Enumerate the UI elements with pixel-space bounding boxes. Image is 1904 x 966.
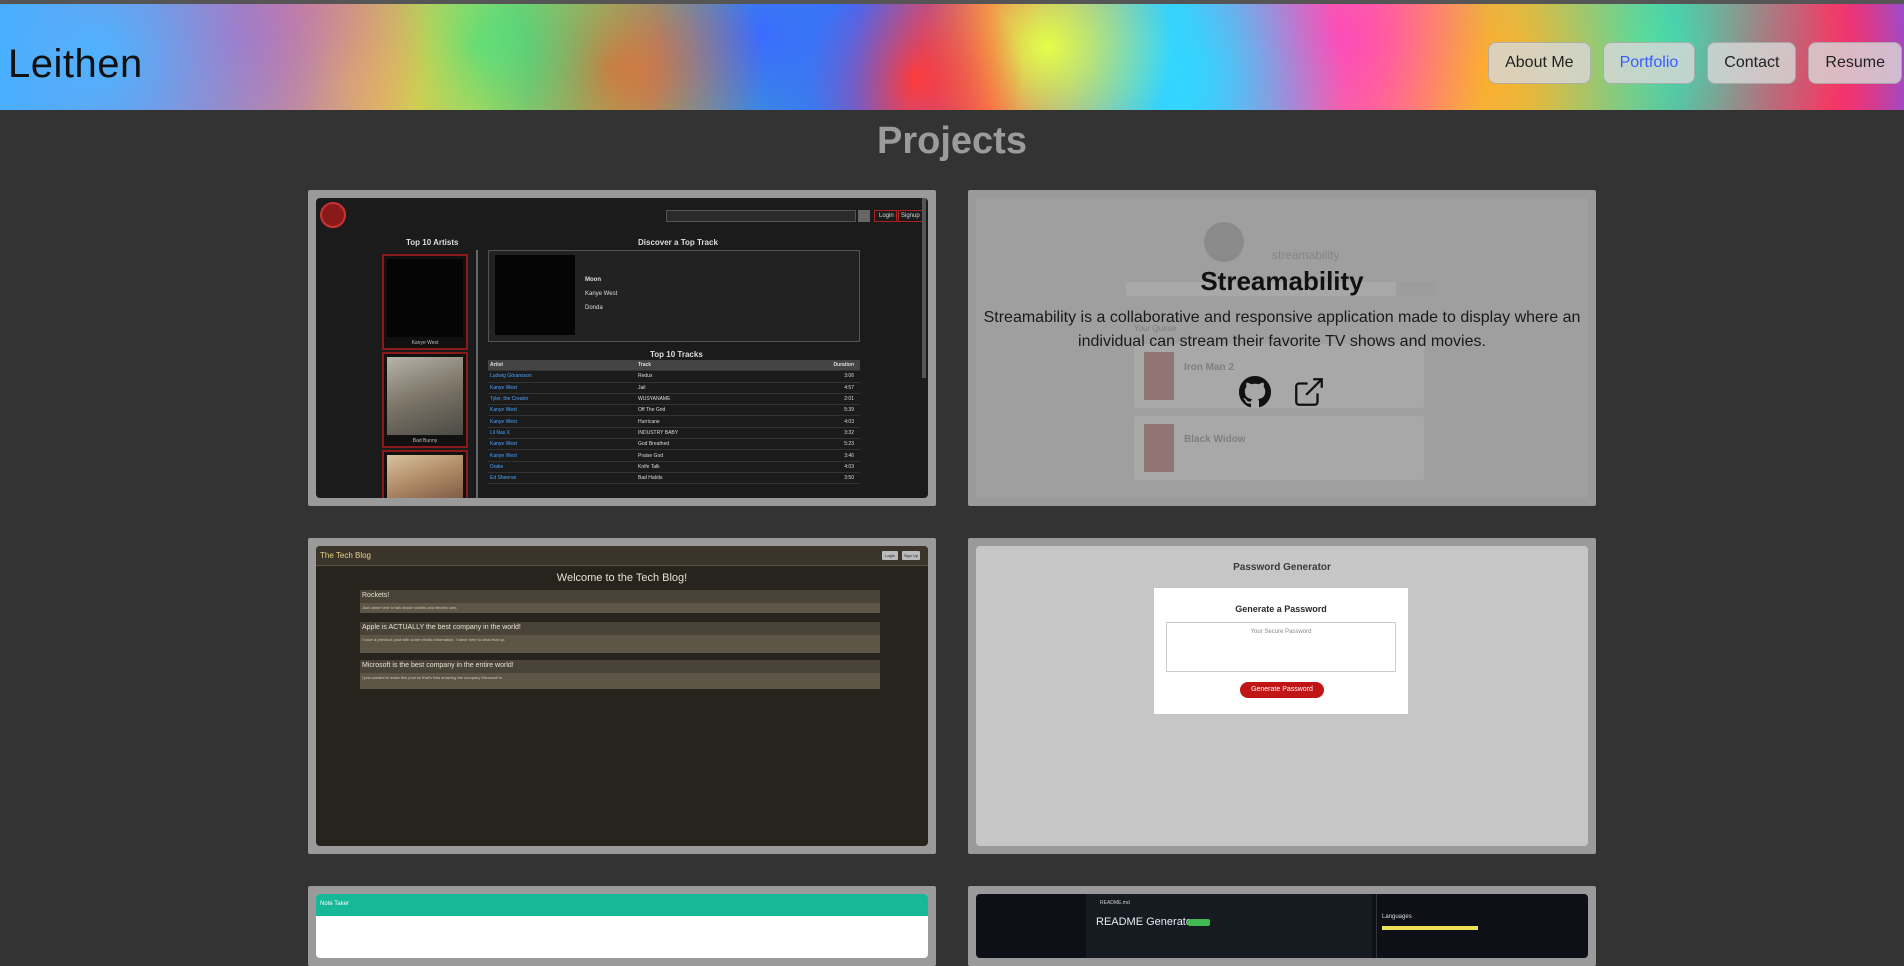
project-title: Streamability [1200,266,1364,296]
project-screenshot-readme: README.md README Generator Languages [976,894,1588,958]
project-screenshot-password: Password Generator Generate a Password Y… [976,546,1588,846]
artist-name: Bad Bunny [412,438,438,444]
poster-image [1144,424,1174,472]
artist-tile [382,450,468,498]
top-tracks-heading: Top 10 Tracks [650,350,703,359]
discover-heading: Discover a Top Track [638,238,718,247]
table-row: Kanye West Jail 4:57 [488,383,860,394]
project-screenshot-techblog: The Tech Blog Login Sign Up Welcome to t… [316,546,928,846]
table-row: Kanye West God Breathed 5:23 [488,439,860,451]
password-card: Generate a Password Your Secure Password… [1154,588,1408,714]
project-card-readme[interactable]: README.md README Generator Languages [968,886,1596,966]
blog-post-title: Microsoft is the best company in the ent… [362,662,514,669]
page-title: Projects [877,120,1027,162]
project-description: Streamability is a collaborative and res… [983,309,1581,350]
readme-badge [1188,919,1210,926]
site-brand[interactable]: Leithen [8,42,143,87]
blog-post: Apple is ACTUALLY the best company in th… [360,622,880,653]
notetaker-navbar: Note Taker [316,894,928,916]
featured-track-artist: Kanye West [585,291,618,297]
project-card-password[interactable]: Password Generator Generate a Password Y… [968,538,1596,854]
techblog-brand: The Tech Blog [320,551,371,560]
blog-post-body: I just wanted to make this post so that'… [360,673,880,689]
streamability-logo-text: streamability [1272,248,1340,262]
camera-logo-icon [1204,222,1244,262]
artist-image [387,455,463,498]
bg-queue-item-title: Iron Man 2 [1184,362,1235,373]
readme-file: README.md [1100,900,1130,906]
main-nav: About Me Portfolio Contact Resume [1488,42,1902,84]
table-row: Kanye West Hurricane 4:03 [488,416,860,428]
password-page-title: Password Generator [1233,562,1331,573]
techblog-welcome: Welcome to the Tech Blog! [556,572,688,584]
techblog-signup-button: Sign Up [902,551,920,560]
header-banner: Leithen About Me Portfolio Contact Resum… [0,0,1904,110]
artist-image [387,357,463,435]
password-output: Your Secure Password [1166,622,1396,672]
project-links [976,374,1588,410]
notetaker-brand: Note Taker [320,901,349,907]
top-artists-heading: Top 10 Artists [406,238,459,247]
bg-queue-item: Black Widow [1134,416,1424,480]
artist-tile: Bad Bunny [382,352,468,448]
github-icon[interactable] [1237,374,1273,410]
blog-post-body: I have a previous post with some erratic… [360,635,880,653]
password-card-title: Generate a Password [1235,604,1327,614]
divider [476,250,478,498]
featured-track: Moon Kanye West Donda [488,250,860,342]
generate-password-button: Generate Password [1240,682,1324,698]
readme-languages: Languages [1382,914,1412,920]
artist-tile: Kanye West [382,254,468,350]
featured-track-album: Donda [585,305,603,311]
project-card-music[interactable]: Login Signup Top 10 Artists Discover a T… [308,190,936,506]
blog-post: Rockets! Just came here to talk about ro… [360,590,880,613]
table-row: Drake Knife Talk 4:03 [488,462,860,473]
nav-portfolio[interactable]: Portfolio [1602,42,1696,84]
project-screenshot-notetaker: Note Taker [316,894,928,958]
nav-contact[interactable]: Contact [1707,42,1797,84]
table-row: Kanye West Off The Grid 5:39 [488,405,860,417]
project-screenshot-streamability: streamability Your Queue Iron Man 2 Blac… [976,198,1588,498]
nav-about-me[interactable]: About Me [1488,42,1591,84]
language-bar [1382,926,1478,930]
techblog-navbar: The Tech Blog Login Sign Up [316,546,928,566]
top-tracks-table: Artist Track Duration Ludwig Göransson Redu… [488,360,860,485]
project-card-techblog[interactable]: The Tech Blog Login Sign Up Welcome to t… [308,538,936,854]
music-signup-button: Signup [896,210,925,222]
readme-title: README Generator [1096,916,1196,928]
music-login-button: Login [874,210,899,222]
search-icon [858,210,870,222]
music-logo-icon [320,202,346,228]
scrollbar [922,198,926,378]
project-card-streamability[interactable]: streamability Your Queue Iron Man 2 Blac… [968,190,1596,506]
blog-post-body: Just came here to talk about rockets and… [360,603,880,613]
table-row: Ed Sheeran Bad Habits 3:50 [488,473,860,485]
table-row: Ludwig Göransson Redux 3:06 [488,371,860,383]
table-row: Tyler, the Creator WUSYANAME 2:01 [488,394,860,406]
featured-track-title: Moon [585,277,601,283]
bg-queue-item-title: Black Widow [1184,434,1246,445]
music-search-input [666,210,856,222]
external-link-icon[interactable] [1291,374,1327,410]
blog-post-title: Apple is ACTUALLY the best company in th… [362,624,521,631]
blog-post: Microsoft is the best company in the ent… [360,660,880,689]
artist-name: Kanye West [411,340,439,346]
techblog-login-button: Login [882,551,898,560]
nav-resume[interactable]: Resume [1808,42,1902,84]
album-art [495,255,575,335]
artist-image [387,259,463,337]
blog-post-title: Rockets! [362,592,390,599]
table-header: Artist Track Duration [488,360,860,372]
project-card-notetaker[interactable]: Note Taker [308,886,936,966]
project-screenshot-music: Login Signup Top 10 Artists Discover a T… [316,198,928,498]
table-row: Lil Nas X INDUSTRY BABY 3:32 [488,428,860,440]
table-row: Kanye West Praise God 3:46 [488,450,860,462]
